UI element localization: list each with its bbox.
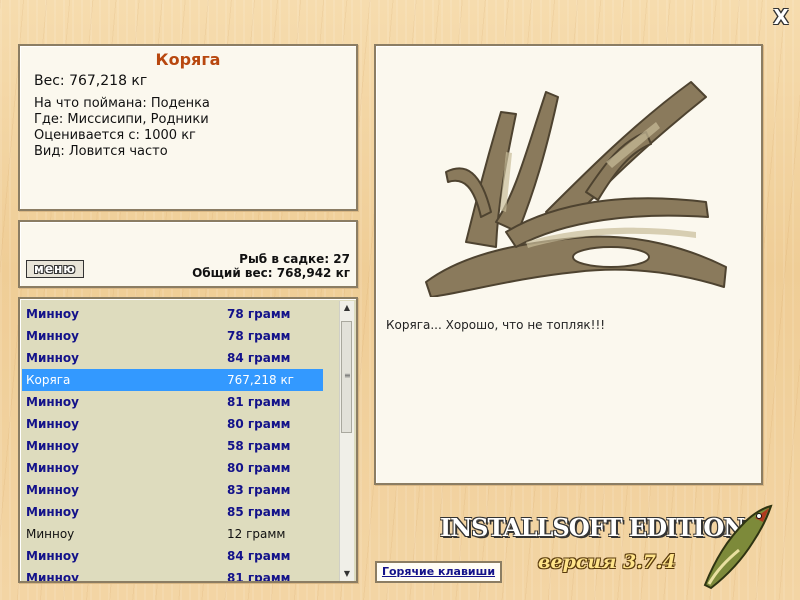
catch-list-row[interactable]: Минноу 80 грамм xyxy=(22,457,323,479)
fish-name: Коряга xyxy=(26,373,71,387)
total-weight: Общий вес: 768,942 кг xyxy=(192,266,350,280)
fish-weight: 58 грамм xyxy=(227,439,291,453)
fish-weight: 85 грамм xyxy=(227,505,291,519)
fish-name: Минноу xyxy=(26,527,75,541)
valued-from-text: Оценивается с: 1000 кг xyxy=(34,128,196,143)
catch-list[interactable]: Минноу 78 грамм Минноу 78 грамм Минноу 84 гра… xyxy=(18,297,358,583)
fish-name: Минноу xyxy=(26,307,79,321)
caught-on-text: На что поймана: Поденка xyxy=(34,96,210,111)
close-button[interactable]: X xyxy=(770,6,792,28)
fish-weight: 767,218 кг xyxy=(227,373,294,387)
catch-list-row[interactable]: Минноу 81 грамм xyxy=(22,391,323,413)
fish-weight: 81 грамм xyxy=(227,571,291,583)
scroll-down-icon[interactable]: ▼ xyxy=(340,567,354,581)
fish-weight: 78 грамм xyxy=(227,329,291,343)
fish-weight: 80 грамм xyxy=(227,461,291,475)
fish-weight: 12 грамм xyxy=(227,527,286,541)
scroll-up-icon[interactable]: ▲ xyxy=(340,301,354,315)
version-label: версия 3.7.4 xyxy=(538,551,676,573)
catch-list-row[interactable]: Минноу 12 грамм xyxy=(22,523,323,545)
catch-info-panel: Коряга Вес: 767,218 кг На что поймана: П… xyxy=(18,44,358,211)
fish-name: Минноу xyxy=(26,329,79,343)
snag-image xyxy=(425,81,727,297)
catch-list-row[interactable]: Минноу 81 грамм xyxy=(22,567,323,583)
catch-weight: Вес: 767,218 кг xyxy=(34,73,148,89)
fish-name: Минноу xyxy=(26,417,79,431)
catch-list-row[interactable]: Минноу 84 грамм xyxy=(22,347,323,369)
catch-list-row[interactable]: Минноу 84 грамм xyxy=(22,545,323,567)
catch-list-row[interactable]: Минноу 85 грамм xyxy=(22,501,323,523)
fish-name: Минноу xyxy=(26,505,79,519)
fish-weight: 78 грамм xyxy=(227,307,291,321)
fish-name: Минноу xyxy=(26,549,79,563)
list-scrollbar[interactable]: ▲ ≡ ▼ xyxy=(339,301,354,581)
fish-weight: 81 грамм xyxy=(227,395,291,409)
catch-list-row[interactable]: Минноу 78 грамм xyxy=(22,325,323,347)
pike-logo xyxy=(703,504,773,590)
close-icon: X xyxy=(773,5,789,29)
catch-list-row[interactable]: Минноу 80 грамм xyxy=(22,413,323,435)
fish-name: Минноу xyxy=(26,483,79,497)
fish-name: Минноу xyxy=(26,571,79,583)
catch-list-row[interactable]: Минноу 78 грамм xyxy=(22,303,323,325)
catch-list-row[interactable]: Минноу 83 грамм xyxy=(22,479,323,501)
hotkeys-button[interactable]: Горячие клавиши xyxy=(375,561,502,583)
menu-panel: меню Рыб в садке: 27 Общий вес: 768,942 … xyxy=(18,220,358,288)
location-text: Где: Миссисипи, Родники xyxy=(34,112,209,127)
catch-description: Коряга... Хорошо, что не топляк!!! xyxy=(386,318,606,332)
catch-list-row[interactable]: Минноу 58 грамм xyxy=(22,435,323,457)
fish-weight: 80 грамм xyxy=(227,417,291,431)
fish-weight: 83 грамм xyxy=(227,483,291,497)
catch-image-panel: Коряга... Хорошо, что не топляк!!! xyxy=(374,44,763,485)
scroll-thumb[interactable]: ≡ xyxy=(341,321,352,433)
fish-weight: 84 грамм xyxy=(227,549,291,563)
catch-list-row[interactable]: Коряга 767,218 кг xyxy=(22,369,323,391)
fish-name: Минноу xyxy=(26,351,79,365)
fish-count: Рыб в садке: 27 xyxy=(239,252,350,266)
kind-text: Вид: Ловится часто xyxy=(34,144,168,159)
catch-details: На что поймана: Поденка Где: Миссисипи, … xyxy=(34,96,210,160)
keepnet-stats: Рыб в садке: 27 Общий вес: 768,942 кг xyxy=(192,252,350,280)
catch-title: Коряга xyxy=(155,50,221,69)
fish-name: Минноу xyxy=(26,395,79,409)
fish-name: Минноу xyxy=(26,439,79,453)
menu-button[interactable]: меню xyxy=(26,260,84,278)
fish-weight: 84 грамм xyxy=(227,351,291,365)
fish-name: Минноу xyxy=(26,461,79,475)
